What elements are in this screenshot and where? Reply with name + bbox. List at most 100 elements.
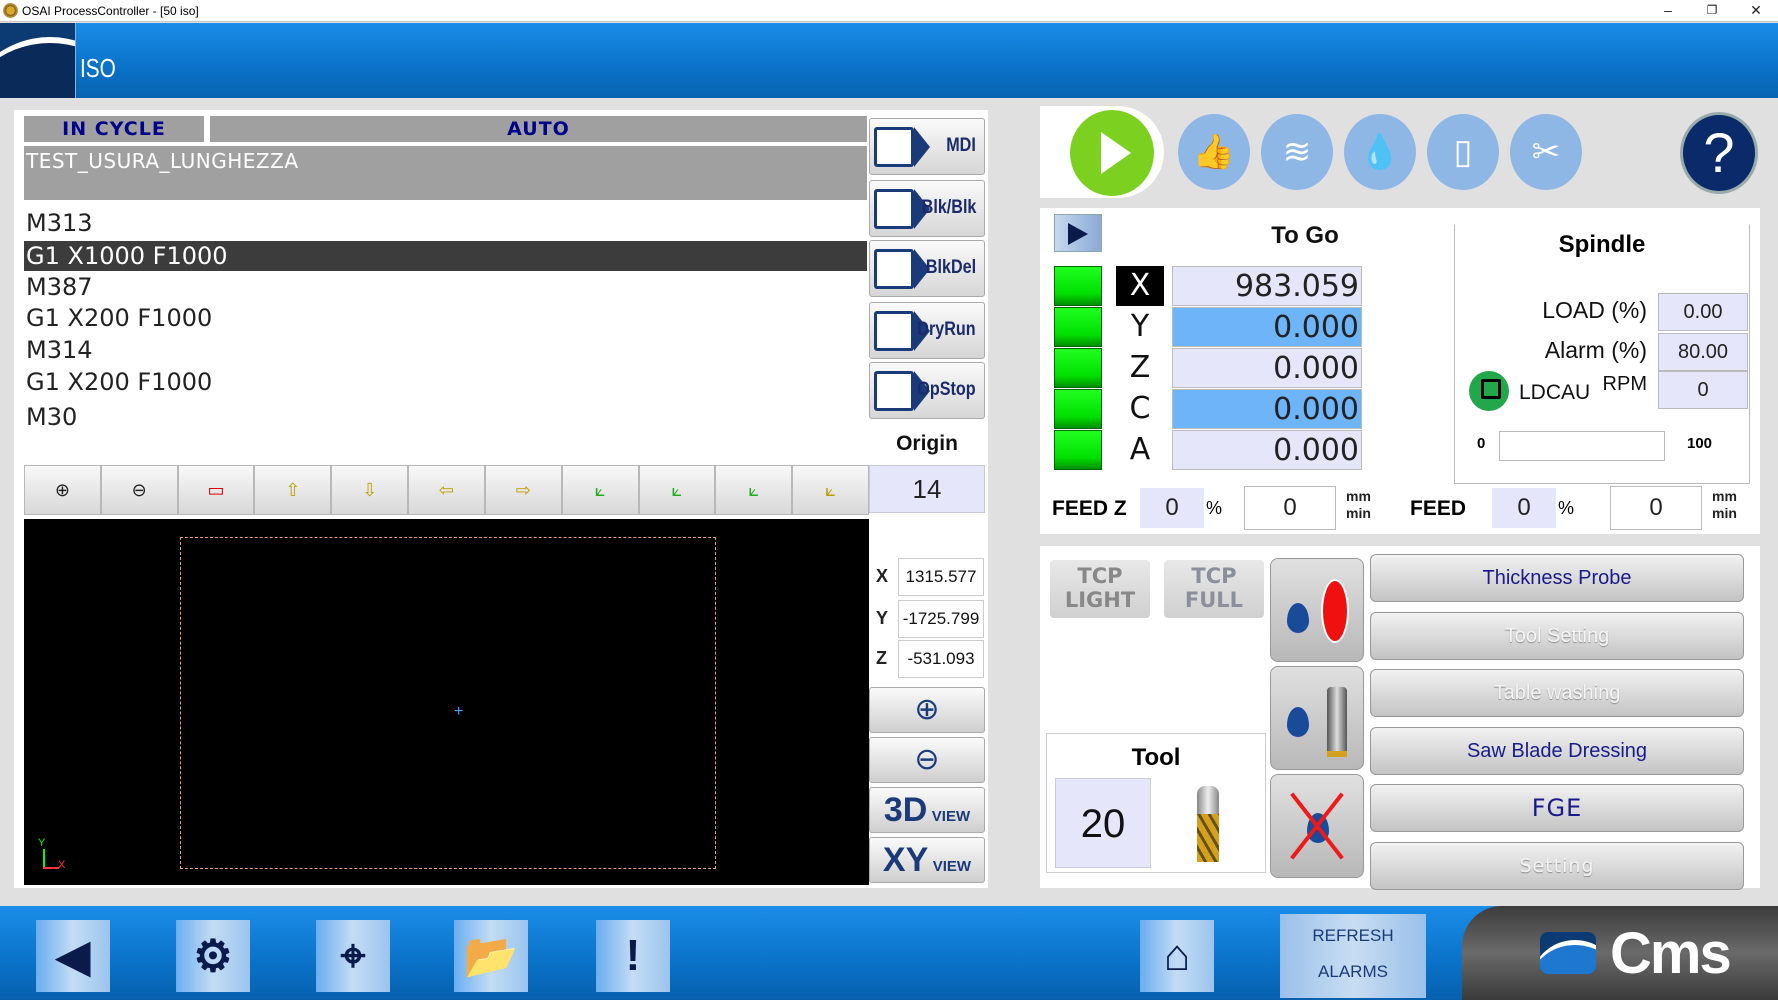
- fge-button[interactable]: FGE: [1370, 784, 1744, 832]
- axis-run-button[interactable]: [1054, 214, 1102, 252]
- axis-value-z: 0.000: [1172, 348, 1362, 388]
- back-button[interactable]: ◀: [36, 920, 110, 992]
- work-area-frame: [180, 537, 716, 869]
- view-xz-button[interactable]: ⟀: [638, 465, 716, 515]
- refresh-alarms-button[interactable]: REFRESH ALARMS: [1280, 914, 1426, 998]
- brand-name: Cms: [1610, 921, 1732, 986]
- alarm-button[interactable]: !: [596, 920, 670, 992]
- cms-logo-mark: [0, 23, 76, 98]
- blkdel-button[interactable]: BlkDel: [869, 240, 985, 297]
- coolant-off-button[interactable]: [1270, 774, 1364, 878]
- program-line[interactable]: M30: [24, 402, 867, 432]
- command-label: BlkDel: [925, 257, 976, 278]
- program-line[interactable]: M387: [24, 272, 867, 302]
- thumbs-up-icon[interactable]: 👍: [1178, 114, 1250, 190]
- pan-down-icon: ⇩: [362, 479, 378, 500]
- view-iso-icon: ⟀: [825, 479, 836, 500]
- tool-setting-button[interactable]: Tool Setting: [1370, 611, 1744, 660]
- zoom-window-icon: ▭: [207, 479, 225, 500]
- restore-button[interactable]: ❐: [1690, 0, 1734, 22]
- tools-icon[interactable]: ✂: [1510, 114, 1582, 190]
- saw-blade-icon: [1321, 579, 1349, 643]
- crosshair-button[interactable]: ⌖: [316, 920, 390, 992]
- feed-z-percent-sym: %: [1206, 498, 1223, 518]
- coolant-saw-blade-button[interactable]: [1270, 558, 1364, 662]
- program-line[interactable]: G1 X200 F1000: [24, 303, 867, 333]
- axis-name-a[interactable]: A: [1116, 430, 1164, 470]
- home-button[interactable]: ⌂: [1140, 920, 1214, 992]
- tcp-full-line2: FULL: [1184, 588, 1244, 612]
- setting-button[interactable]: Setting: [1370, 841, 1744, 890]
- axis-name-z[interactable]: Z: [1116, 348, 1164, 388]
- graphic-view[interactable]: + Y X: [24, 519, 869, 885]
- command-label: DryRun: [917, 319, 976, 340]
- load-label: LOAD (%): [1542, 297, 1647, 323]
- pan-down-button[interactable]: ⇩: [331, 465, 409, 515]
- zoom-in-button[interactable]: ⊕: [24, 465, 101, 515]
- window-titlebar: OSAI ProcessController - [50 iso] – ❐ ✕: [0, 0, 1778, 22]
- table-washing-button[interactable]: Table washing: [1370, 669, 1744, 717]
- minimize-button[interactable]: –: [1646, 0, 1690, 22]
- feed-unit: mm min: [1712, 488, 1737, 522]
- home-icon: ⌂: [1163, 931, 1191, 980]
- view-xy-button[interactable]: ⟀: [561, 465, 639, 515]
- view-xz-icon: ⟀: [671, 479, 683, 500]
- view-yz-button[interactable]: ⟀: [715, 465, 793, 515]
- help-icon[interactable]: ?: [1680, 112, 1758, 194]
- opstop-button[interactable]: OpStop: [869, 362, 985, 419]
- pan-left-button[interactable]: ⇦: [408, 465, 485, 515]
- unit-top: mm: [1346, 488, 1371, 504]
- axis-name-x[interactable]: X: [1116, 266, 1164, 306]
- tcp-light-line2: LIGHT: [1064, 588, 1136, 612]
- ldc-monitor-icon[interactable]: [1469, 371, 1509, 411]
- folder-button[interactable]: 📂: [454, 920, 528, 992]
- saw-blade-dressing-button[interactable]: Saw Blade Dressing: [1370, 726, 1744, 775]
- graphic-toolbar: ⊕ ⊖ ▭ ⇧ ⇩ ⇦ ⇨ ⟀ ⟀ ⟀ ⟀: [24, 465, 869, 515]
- program-line[interactable]: M314: [24, 335, 867, 365]
- close-button[interactable]: ✕: [1734, 0, 1778, 22]
- axis-name-c[interactable]: C: [1116, 389, 1164, 429]
- play-icon[interactable]: [1070, 110, 1154, 196]
- unit-bottom: min: [1712, 505, 1737, 521]
- mdi-button[interactable]: MDI: [869, 118, 985, 175]
- door-icon[interactable]: ▯: [1427, 114, 1499, 190]
- tcp-light-button[interactable]: TCP LIGHT: [1050, 560, 1150, 618]
- program-line[interactable]: M313: [24, 208, 867, 238]
- zoom-out-button[interactable]: ⊖: [100, 465, 178, 515]
- app-icon: [3, 3, 18, 18]
- axis-value-a: 0.000: [1172, 430, 1362, 470]
- water-drop-icon: [1287, 707, 1309, 737]
- graphic-zoom-out-button[interactable]: ⊖: [869, 737, 985, 783]
- view-iso-button[interactable]: ⟀: [792, 465, 869, 515]
- coord-value-x: 1315.577: [898, 558, 984, 596]
- tool-number: 20: [1055, 778, 1151, 868]
- feed-z-percent: 0: [1140, 488, 1204, 528]
- program-line[interactable]: G1 X1000 F1000: [24, 241, 867, 271]
- tcp-light-line1: TCP: [1077, 564, 1123, 588]
- pan-up-button[interactable]: ⇧: [254, 465, 332, 515]
- functions-panel: TCP LIGHT TCP FULL Tool 20 Thickness Pro…: [1040, 546, 1760, 890]
- graphic-zoom-in-button[interactable]: ⊕: [869, 687, 985, 733]
- thickness-probe-button[interactable]: Thickness Probe: [1370, 554, 1744, 602]
- tool-gauge-button[interactable]: ⚙: [176, 920, 250, 992]
- coolant-drop-icon[interactable]: 💧: [1344, 114, 1416, 190]
- block-by-block-icon: [874, 189, 914, 229]
- view-3d-button[interactable]: 3D VIEW: [869, 787, 985, 833]
- feed-z-value: 0: [1244, 486, 1336, 530]
- tcp-full-button[interactable]: TCP FULL: [1164, 560, 1264, 618]
- program-line[interactable]: G1 X200 F1000: [24, 367, 867, 397]
- origin-label: Origin: [896, 432, 958, 455]
- zoom-window-button[interactable]: ▭: [177, 465, 255, 515]
- dryrun-button[interactable]: DryRun: [869, 302, 985, 359]
- tcp-full-line1: TCP: [1191, 564, 1237, 588]
- origin-value[interactable]: 14: [869, 465, 985, 513]
- air-blow-icon[interactable]: ≋: [1261, 114, 1333, 190]
- window-title: OSAI ProcessController - [50 iso]: [22, 4, 199, 18]
- blkblk-button[interactable]: Blk/Blk: [869, 180, 985, 237]
- axis-name-y[interactable]: Y: [1116, 307, 1164, 347]
- pan-right-button[interactable]: ⇨: [484, 465, 562, 515]
- view-xy-button[interactable]: XY VIEW: [869, 837, 985, 883]
- end-mill-icon: [1197, 786, 1219, 862]
- coolant-spindle-button[interactable]: [1270, 666, 1364, 770]
- axis-value-c: 0.000: [1172, 389, 1362, 429]
